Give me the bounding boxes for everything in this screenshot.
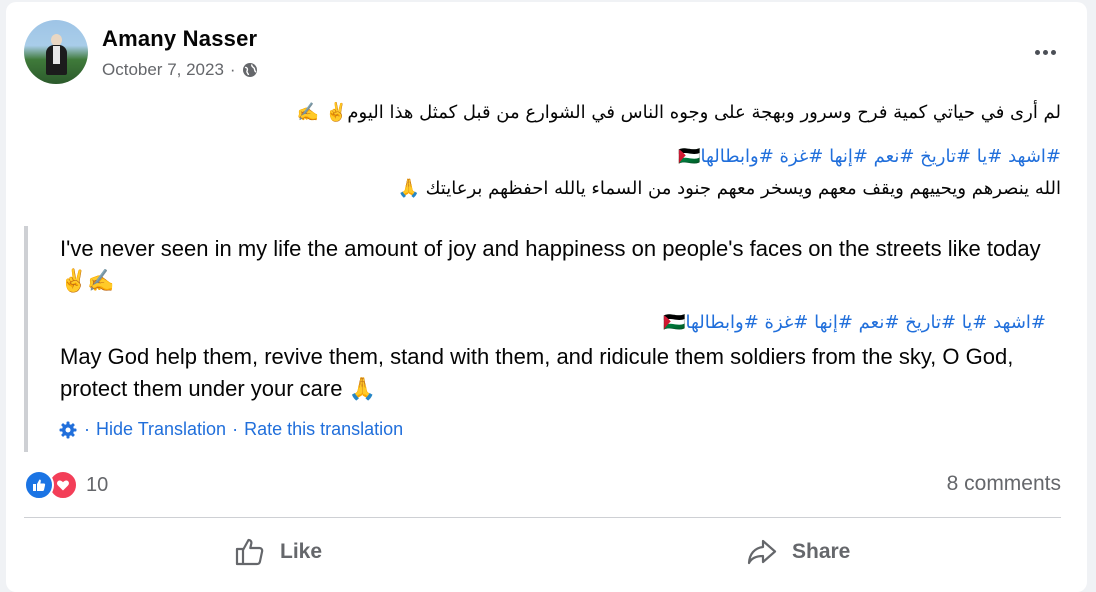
share-arrow-icon: [746, 537, 778, 567]
reaction-count: 10: [86, 473, 109, 496]
post-meta: October 7, 2023 ·: [102, 60, 258, 80]
link-separator: ·: [232, 419, 239, 439]
comments-count[interactable]: 8 comments: [947, 472, 1061, 496]
avatar-figure-shirt: [53, 46, 60, 64]
translation-links: · Hide Translation · Rate this translati…: [58, 419, 403, 440]
post-date[interactable]: October 7, 2023: [102, 60, 224, 80]
more-dot: [1034, 49, 1040, 55]
reactions-summary[interactable]: 10: [24, 470, 108, 500]
original-text-line3: الله ينصرهم ويحييهم ويقف معهم ويسخر معهم…: [397, 178, 1061, 199]
more-dot: [1050, 49, 1056, 55]
translation-text-line1: I've never seen in my life the amount of…: [60, 236, 1041, 293]
translation-hashtags[interactable]: #اشهد #يا #تاريخ #نعم #إنها #غزة #وابطال…: [663, 312, 1046, 333]
post-card: Amany Nasser October 7, 2023 · لم أرى في…: [6, 2, 1087, 592]
globe-icon[interactable]: [242, 62, 258, 78]
author-name[interactable]: Amany Nasser: [102, 26, 257, 52]
link-separator: ·: [84, 419, 90, 439]
gear-icon[interactable]: [58, 420, 78, 440]
share-label: Share: [792, 540, 851, 563]
more-options-icon[interactable]: [1027, 34, 1063, 70]
meta-separator: ·: [229, 60, 236, 79]
rate-translation-link[interactable]: Rate this translation: [244, 419, 403, 440]
divider: [24, 517, 1061, 518]
translation-block: I've never seen in my life the amount of…: [24, 226, 1068, 452]
like-icon: [24, 470, 54, 500]
author-avatar[interactable]: [24, 20, 88, 84]
like-label: Like: [280, 540, 323, 563]
like-button[interactable]: Like: [234, 532, 322, 572]
hide-translation-link[interactable]: Hide Translation: [96, 419, 226, 440]
original-hashtags[interactable]: #اشهد #يا #تاريخ #نعم #إنها #غزة #وابطال…: [678, 146, 1061, 167]
thumbs-up-icon: [234, 537, 266, 567]
share-button[interactable]: Share: [746, 532, 850, 572]
translation-text-line3: May God help them, revive them, stand wi…: [60, 344, 1014, 401]
original-text-line1: لم أرى في حياتي كمية فرح وسرور وبهجة على…: [296, 102, 1061, 123]
more-dot: [1042, 49, 1048, 55]
